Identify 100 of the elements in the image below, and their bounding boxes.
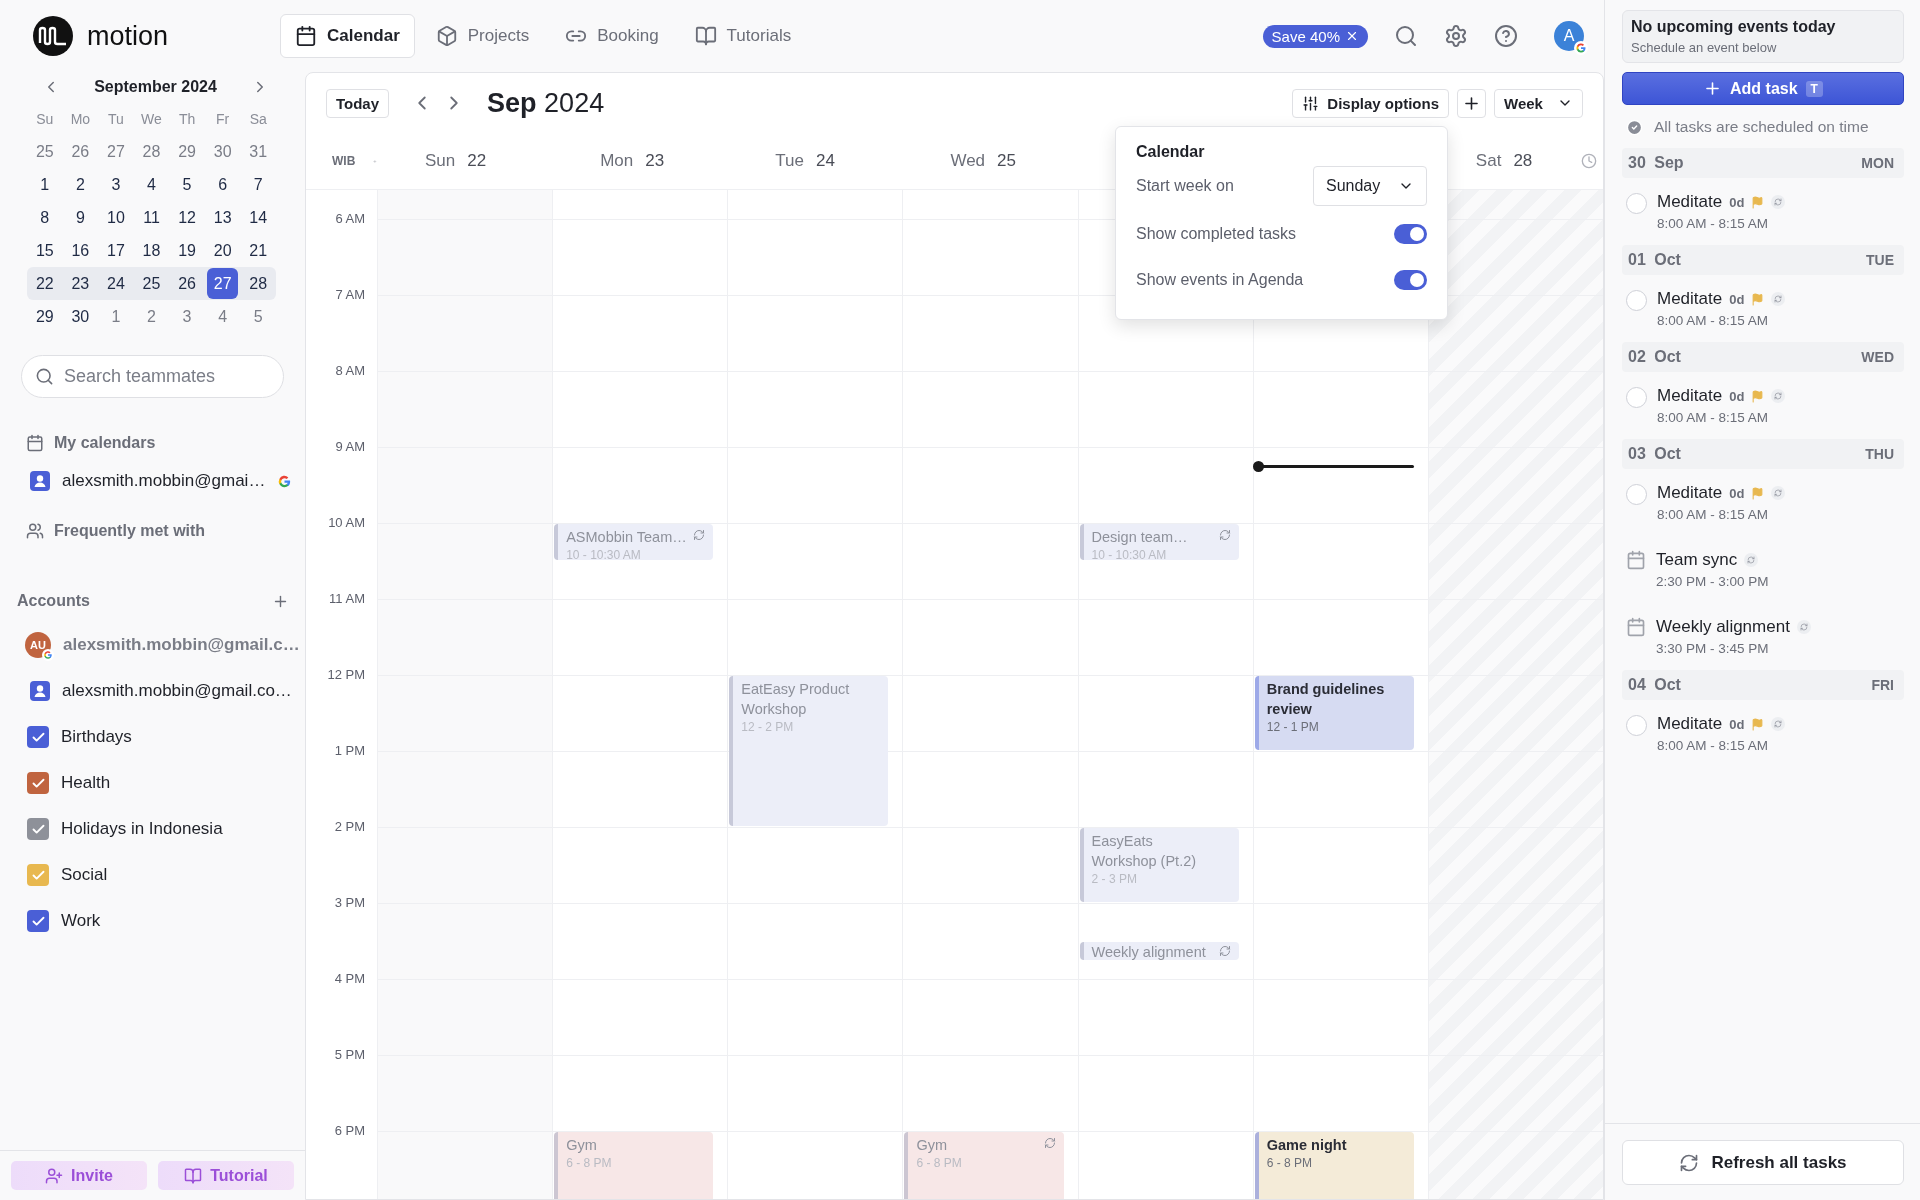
display-options-button[interactable]: Display options — [1292, 88, 1449, 118]
agenda-weekday: FRI — [1871, 677, 1894, 693]
calendar-account[interactable]: alexsmith.mobbin@gmai… — [62, 471, 266, 491]
hour-label: 10 AM — [328, 515, 365, 532]
task-checkbox[interactable] — [1626, 715, 1647, 736]
calendar-day[interactable]: 12 — [171, 202, 203, 233]
calendar-day[interactable]: 1 — [100, 301, 132, 332]
calendar-day[interactable]: 25 — [29, 136, 61, 167]
calendar-checkbox[interactable] — [27, 726, 49, 748]
event-title: Brand guidelines review — [1266, 680, 1386, 719]
calendar-day[interactable]: 3 — [171, 301, 203, 332]
search-field[interactable]: Search teammates — [21, 355, 284, 398]
calendar-day[interactable]: 17 — [100, 235, 132, 266]
nav-tab[interactable]: Calendar — [280, 14, 415, 58]
gear-icon — [1444, 24, 1468, 48]
calendar-day[interactable]: 23 — [64, 268, 97, 299]
promo-badge[interactable]: Save 40% — [1262, 24, 1368, 48]
calendar-day[interactable]: 26 — [64, 136, 97, 167]
calendar-day[interactable]: 11 — [135, 202, 168, 233]
event-time: 12 - 1 PM — [1266, 720, 1320, 734]
calendar-day[interactable]: 30 — [64, 301, 97, 332]
cube-icon — [435, 25, 458, 47]
calendar-day[interactable]: 10 — [100, 202, 132, 233]
nav-tab[interactable]: Tutorials — [679, 14, 807, 58]
calendar-checkbox[interactable] — [27, 818, 49, 840]
agenda-title[interactable]: Meditate — [1657, 483, 1723, 503]
agenda-title[interactable]: Meditate — [1657, 386, 1723, 406]
calendar-day[interactable]: 5 — [242, 301, 274, 332]
calendar-day[interactable]: 24 — [100, 268, 132, 299]
search-button[interactable] — [1394, 24, 1418, 48]
help-button[interactable] — [1494, 24, 1518, 48]
calendar-day[interactable]: 31 — [242, 136, 274, 167]
calendar-day[interactable]: 3 — [100, 169, 132, 200]
agenda-title[interactable]: Team sync — [1656, 550, 1738, 570]
add-button[interactable] — [1457, 88, 1486, 118]
calendar-day[interactable]: 18 — [135, 235, 168, 266]
hour-label: 6 AM — [335, 211, 365, 228]
calendar-checkbox[interactable] — [27, 864, 49, 886]
add-task-button[interactable]: Add task T — [1622, 72, 1904, 105]
calendar-title: Sep 2024 — [487, 87, 605, 119]
calendar-day[interactable]: 29 — [29, 301, 61, 332]
agenda-title[interactable]: Meditate — [1657, 714, 1723, 734]
calendar-day[interactable]: 9 — [64, 202, 97, 233]
account-email[interactable]: alexsmith.mobbin@gmail.c… — [63, 635, 300, 655]
settings-button[interactable] — [1444, 24, 1468, 48]
agenda-title[interactable]: Meditate — [1657, 289, 1723, 309]
calendar-day[interactable]: 14 — [242, 202, 274, 233]
calendar-checkbox[interactable] — [27, 910, 49, 932]
calendar-day[interactable]: 15 — [29, 235, 61, 266]
start-week-select[interactable]: Sunday — [1313, 166, 1427, 206]
calendar-day[interactable]: 27 — [206, 268, 239, 299]
tutorial-button[interactable]: Tutorial — [158, 1161, 294, 1190]
calendar-icon — [295, 25, 317, 47]
calendar-day[interactable]: 21 — [242, 235, 274, 266]
calendar-checkbox[interactable] — [27, 772, 49, 794]
calendar-day[interactable]: 25 — [135, 268, 168, 299]
calendar-day[interactable]: 7 — [242, 169, 274, 200]
calendar-day[interactable]: 27 — [100, 136, 132, 167]
option-label: Show completed tasks — [1136, 225, 1297, 243]
calendar-day[interactable]: 30 — [206, 136, 239, 167]
calendar-day[interactable]: 20 — [206, 235, 239, 266]
calendar-day[interactable]: 1 — [29, 169, 61, 200]
calendar-day[interactable]: 28 — [242, 268, 274, 299]
event-block[interactable]: Brand guidelines review 12 - 1 PM — [1254, 676, 1414, 750]
calendar-day[interactable]: 19 — [171, 235, 203, 266]
calendar-name: Social — [61, 865, 108, 885]
calendar-day[interactable]: 26 — [171, 268, 203, 299]
flag-icon — [1751, 389, 1765, 403]
calendar-day[interactable]: 8 — [29, 202, 61, 233]
close-icon[interactable] — [1345, 29, 1359, 43]
calendar-day[interactable]: 29 — [171, 136, 203, 167]
calendar-day[interactable]: 22 — [29, 268, 61, 299]
calendar-day[interactable]: 16 — [64, 235, 97, 266]
toggle-switch[interactable] — [1394, 224, 1427, 244]
calendar-day[interactable]: 4 — [206, 301, 239, 332]
refresh-button[interactable]: Refresh all tasks — [1622, 1140, 1904, 1185]
day-number: 22 — [467, 151, 487, 171]
task-checkbox[interactable] — [1626, 193, 1647, 214]
calendar-day[interactable]: 28 — [135, 136, 168, 167]
today-button[interactable]: Today — [326, 88, 390, 118]
task-checkbox[interactable] — [1626, 290, 1647, 311]
agenda-title[interactable]: Meditate — [1657, 192, 1723, 212]
calendar-day[interactable]: 5 — [171, 169, 203, 200]
agenda-weekday: THU — [1865, 446, 1894, 462]
calendar-day[interactable]: 2 — [64, 169, 97, 200]
nav-tab[interactable]: Booking — [550, 14, 674, 58]
event-block[interactable]: Game night 6 - 8 PM — [1254, 1132, 1414, 1199]
task-checkbox[interactable] — [1626, 387, 1647, 408]
view-select[interactable]: Week — [1494, 88, 1583, 118]
calendar-day[interactable]: 6 — [206, 169, 239, 200]
invite-button[interactable]: Invite — [11, 1161, 147, 1190]
task-checkbox[interactable] — [1626, 484, 1647, 505]
calendar-day[interactable]: 13 — [206, 202, 239, 233]
nav-tab[interactable]: Projects — [420, 14, 545, 58]
agenda-title[interactable]: Weekly alignment — [1656, 617, 1790, 637]
agenda-weekday: WED — [1861, 349, 1894, 365]
calendar-day[interactable]: 2 — [135, 301, 168, 332]
toggle-switch[interactable] — [1394, 270, 1427, 290]
calendar-account[interactable]: alexsmith.mobbin@gmail.co… — [62, 681, 292, 701]
calendar-day[interactable]: 4 — [135, 169, 168, 200]
